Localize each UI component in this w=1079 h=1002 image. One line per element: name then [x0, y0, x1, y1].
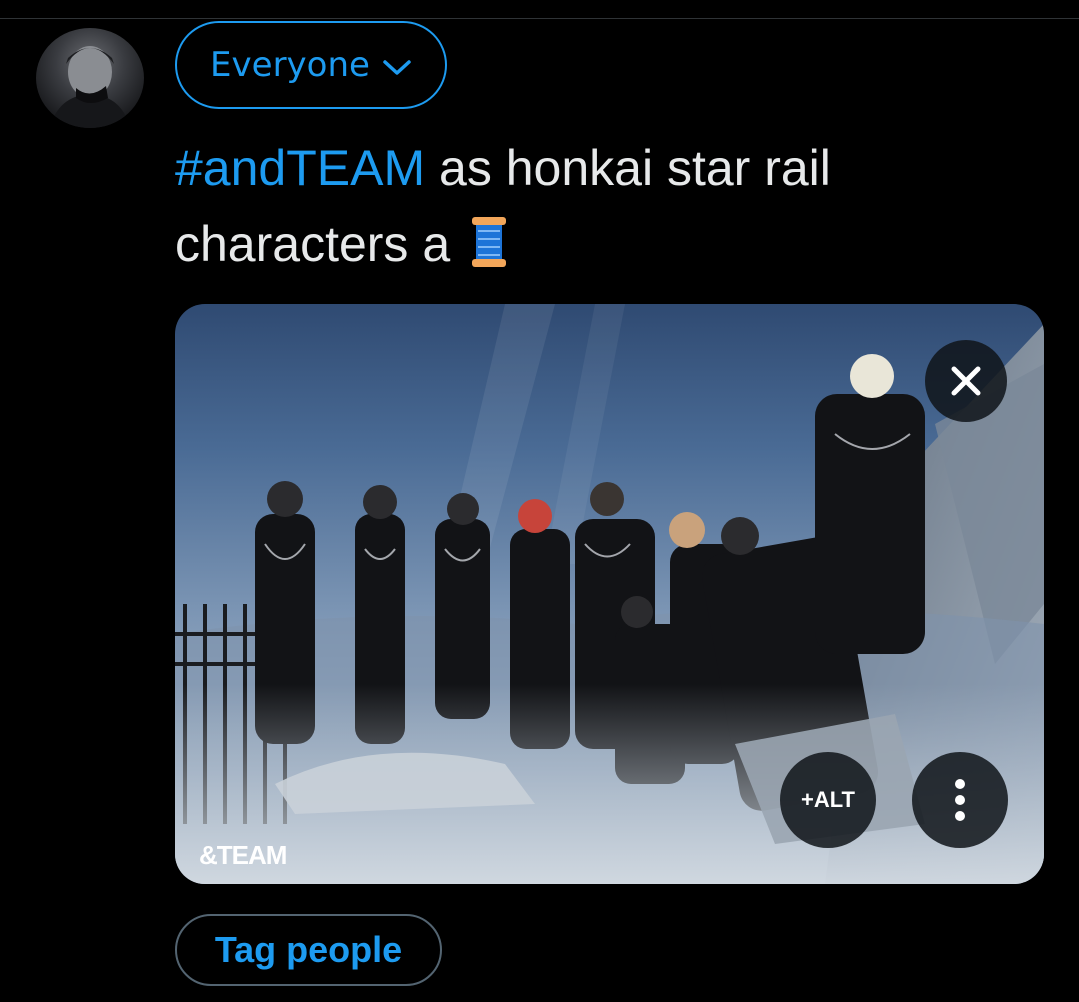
- chevron-down-icon: [383, 60, 411, 75]
- media-watermark: &TEAM: [199, 840, 287, 870]
- remove-media-button[interactable]: [925, 340, 1007, 422]
- audience-label: Everyone: [210, 45, 370, 85]
- tag-people-button[interactable]: Tag people: [175, 914, 442, 986]
- tweet-text[interactable]: #andTEAM as honkai star rail characters …: [175, 130, 975, 282]
- add-alt-text-button[interactable]: +ALT: [780, 752, 876, 848]
- avatar-image: [50, 46, 130, 128]
- audience-button[interactable]: Everyone: [175, 21, 447, 109]
- top-divider: [0, 18, 1079, 19]
- avatar[interactable]: [36, 28, 144, 128]
- media-more-button[interactable]: [912, 752, 1008, 848]
- spool-icon: [472, 217, 507, 267]
- more-vertical-icon: [955, 779, 965, 821]
- alt-label: +ALT: [801, 787, 855, 812]
- hashtag-link[interactable]: #andTEAM: [175, 140, 425, 196]
- tag-people-label: Tag people: [214, 929, 403, 970]
- attached-image[interactable]: &TEAM +ALT: [175, 304, 1044, 884]
- close-icon: [951, 366, 981, 396]
